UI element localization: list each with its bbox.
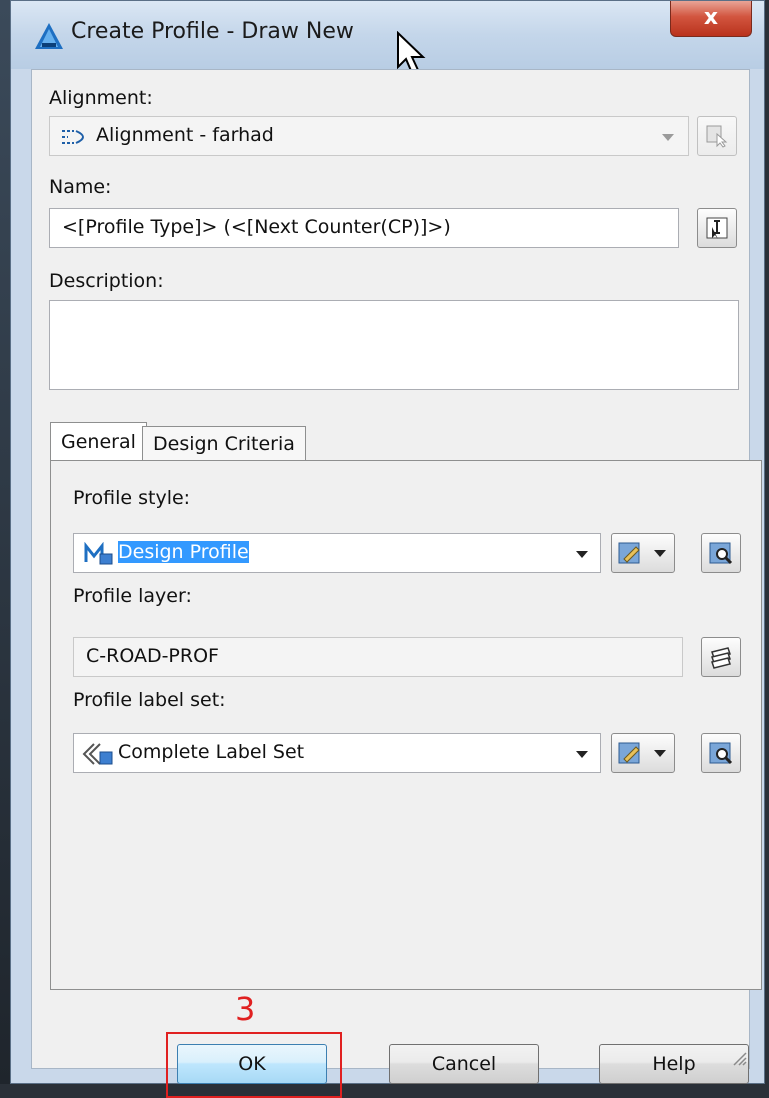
resize-grip-icon[interactable] [729,1048,747,1066]
profile-style-icon [84,542,113,565]
ok-button[interactable]: OK [177,1044,327,1084]
chevron-down-icon [662,134,674,141]
layer-button[interactable] [701,637,741,677]
chevron-down-icon [576,751,588,758]
name-value: <[Profile Type]> (<[Next Counter(CP)]>) [62,216,451,238]
profile-style-label: Profile style: [73,487,191,509]
chevron-down-icon [654,750,666,757]
dialog-body: Alignment: Alignment - farhad Name: <[Pr… [31,69,762,1098]
description-textarea[interactable] [49,300,739,390]
preview-style-button[interactable] [701,533,741,573]
civil3d-app-icon [35,23,63,49]
preview-label-set-button[interactable] [701,733,741,773]
magnifier-preview-icon [709,542,733,565]
tab-general[interactable]: General [50,422,147,462]
chevron-down-icon [576,551,588,558]
profile-label-set-label: Profile label set: [73,689,226,711]
profile-style-dropdown[interactable]: Design Profile [73,533,601,573]
name-input[interactable]: <[Profile Type]> (<[Next Counter(CP)]>) [49,208,679,248]
layers-icon [711,647,731,669]
profile-layer-label: Profile layer: [73,585,192,607]
description-label: Description: [49,270,164,292]
help-button[interactable]: Help [599,1044,749,1084]
profile-style-value: Design Profile [118,541,249,563]
alignment-value: Alignment - farhad [96,124,274,146]
chevron-down-icon [654,550,666,557]
edit-style-split-button[interactable] [611,533,675,573]
pick-alignment-button[interactable] [697,116,737,156]
tab-design-criteria[interactable]: Design Criteria [142,426,306,460]
title-bar[interactable]: Create Profile - Draw New x [11,1,764,75]
general-tab-panel: Profile style: Design Profile Profile la… [50,460,762,990]
edit-label-set-split-button[interactable] [611,733,675,773]
window-title: Create Profile - Draw New [71,19,354,44]
profile-label-set-value: Complete Label Set [118,741,305,763]
magnifier-preview-icon [709,742,733,765]
profile-layer-field: C-ROAD-PROF [73,637,683,677]
create-profile-dialog: Create Profile - Draw New x Alignment: A… [10,0,765,1098]
edit-name-format-button[interactable] [697,208,737,248]
close-button[interactable]: x [670,1,752,37]
alignment-label: Alignment: [49,87,153,109]
name-label: Name: [49,176,112,198]
alignment-dropdown[interactable]: Alignment - farhad [49,116,689,156]
text-cursor-icon [706,217,728,239]
pick-from-drawing-icon [706,125,728,148]
profile-label-set-dropdown[interactable]: Complete Label Set [73,733,601,773]
label-set-icon [82,743,113,765]
profile-layer-value: C-ROAD-PROF [86,645,219,667]
alignment-icon [62,130,84,144]
edit-label-set-icon [618,742,640,764]
step-number-annotation: 3 [235,990,256,1028]
cancel-button[interactable]: Cancel [389,1044,539,1084]
edit-style-icon [618,542,640,564]
